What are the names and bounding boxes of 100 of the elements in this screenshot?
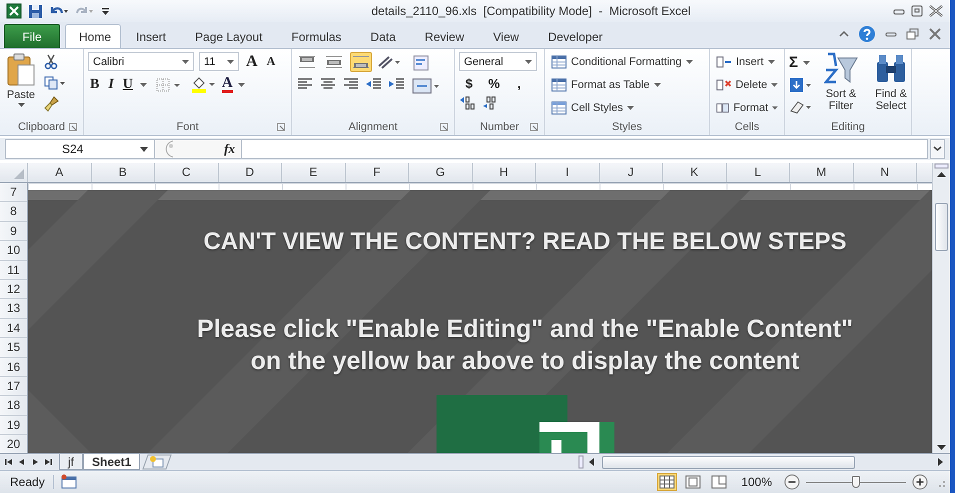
row-header[interactable]: 18 bbox=[0, 396, 27, 416]
dialog-launcher-icon[interactable] bbox=[440, 123, 448, 131]
fill-down-icon[interactable] bbox=[789, 77, 813, 93]
column-header[interactable]: K bbox=[663, 163, 726, 182]
editing-button[interactable]: Find & Select bbox=[869, 52, 913, 112]
decrease-indent-icon[interactable] bbox=[365, 77, 383, 91]
shrink-font-button[interactable]: A bbox=[264, 54, 278, 69]
column-header[interactable]: B bbox=[92, 163, 155, 182]
column-header[interactable]: C bbox=[155, 163, 218, 182]
increase-decimal-icon[interactable] bbox=[459, 96, 477, 110]
ribbon-tab[interactable]: View bbox=[479, 24, 533, 48]
collapse-ribbon-icon[interactable] bbox=[838, 29, 850, 39]
scissors-icon[interactable] bbox=[44, 54, 58, 70]
dialog-launcher-icon[interactable] bbox=[277, 123, 285, 131]
row-header[interactable]: 13 bbox=[0, 299, 27, 319]
column-header[interactable]: N bbox=[854, 163, 917, 182]
row-header[interactable]: 11 bbox=[0, 260, 27, 280]
normal-view-button[interactable] bbox=[657, 473, 678, 491]
ribbon-tab[interactable]: Home bbox=[65, 24, 121, 48]
name-box[interactable]: S24 bbox=[5, 139, 155, 159]
cells-menu-button[interactable]: Delete bbox=[714, 75, 780, 95]
row-header[interactable]: 10 bbox=[0, 241, 27, 261]
cells-menu-button[interactable]: Format bbox=[714, 98, 780, 118]
scroll-thumb[interactable] bbox=[602, 456, 855, 468]
row-header[interactable]: 19 bbox=[0, 416, 27, 436]
customize-toolbar-icon[interactable] bbox=[101, 5, 110, 17]
ribbon-tab[interactable]: Review bbox=[410, 24, 478, 48]
borders-icon[interactable] bbox=[156, 78, 182, 92]
row-header[interactable]: 17 bbox=[0, 376, 27, 396]
zoom-out-icon[interactable] bbox=[784, 474, 800, 490]
editing-button[interactable]: Sort & Filter bbox=[819, 52, 863, 112]
row-header[interactable]: 9 bbox=[0, 222, 27, 242]
row-header[interactable]: 12 bbox=[0, 280, 27, 300]
column-header[interactable]: H bbox=[472, 163, 536, 182]
row-header[interactable]: 7 bbox=[0, 183, 27, 202]
next-sheet-icon[interactable] bbox=[30, 457, 40, 467]
restore-icon[interactable] bbox=[906, 28, 920, 40]
eraser-icon[interactable] bbox=[789, 99, 813, 115]
column-header[interactable]: A bbox=[28, 163, 92, 182]
column-header[interactable]: L bbox=[726, 163, 790, 182]
zoom-level[interactable]: 100% bbox=[741, 475, 772, 489]
text-align-icon[interactable] bbox=[319, 77, 337, 91]
column-header[interactable]: G bbox=[409, 163, 472, 182]
split-handle-icon[interactable] bbox=[934, 163, 949, 169]
row-header[interactable]: 8 bbox=[0, 202, 27, 222]
row-header[interactable]: 16 bbox=[0, 358, 27, 377]
sheet-tab[interactable]: jf bbox=[59, 454, 83, 470]
brush-icon[interactable] bbox=[44, 96, 60, 112]
styles-menu-button[interactable]: Format as Table bbox=[549, 75, 705, 95]
close-icon[interactable] bbox=[928, 28, 942, 40]
column-header[interactable]: J bbox=[600, 163, 663, 182]
ribbon-tab[interactable]: File bbox=[4, 24, 60, 48]
font-style-button[interactable]: I bbox=[106, 76, 116, 92]
first-sheet-icon[interactable] bbox=[4, 457, 14, 467]
column-header[interactable]: D bbox=[218, 163, 282, 182]
insert-function-button[interactable]: fx bbox=[224, 141, 235, 157]
styles-menu-button[interactable]: Conditional Formatting bbox=[549, 52, 705, 72]
font-style-button[interactable]: B bbox=[88, 76, 102, 92]
previous-sheet-icon[interactable] bbox=[17, 457, 27, 467]
font-name-field[interactable]: Calibri bbox=[88, 52, 194, 71]
dialog-launcher-icon[interactable] bbox=[69, 123, 77, 131]
macro-record-icon[interactable] bbox=[60, 474, 78, 490]
text-orientation-icon[interactable] bbox=[377, 54, 401, 70]
font-color-button[interactable]: A bbox=[222, 76, 233, 93]
column-header[interactable]: F bbox=[346, 163, 409, 182]
dialog-launcher-icon[interactable] bbox=[530, 123, 538, 131]
ribbon-tab[interactable]: Developer bbox=[534, 24, 617, 48]
ribbon-tab[interactable]: Formulas bbox=[277, 24, 356, 48]
row-header[interactable]: 14 bbox=[0, 318, 27, 338]
save-icon[interactable] bbox=[28, 4, 43, 18]
expand-formula-bar-icon[interactable] bbox=[930, 139, 945, 159]
formula-input[interactable] bbox=[241, 139, 928, 159]
increase-indent-icon[interactable] bbox=[388, 77, 406, 91]
slider-thumb[interactable] bbox=[852, 476, 860, 488]
merge-cells-icon[interactable] bbox=[412, 78, 440, 94]
vertical-align-button[interactable] bbox=[350, 52, 372, 72]
number-style-button[interactable]: % bbox=[484, 76, 504, 91]
close-icon[interactable] bbox=[928, 5, 944, 17]
number-format-field[interactable]: General bbox=[459, 52, 537, 71]
sheet-tab[interactable]: Sheet1 bbox=[83, 454, 140, 470]
zoom-in-icon[interactable] bbox=[912, 474, 928, 490]
split-handle-icon[interactable] bbox=[578, 455, 584, 469]
paste-button[interactable]: Paste bbox=[4, 52, 38, 108]
caret-icon[interactable] bbox=[803, 60, 810, 64]
scroll-thumb[interactable] bbox=[935, 203, 948, 251]
styles-menu-button[interactable]: Cell Styles bbox=[549, 98, 705, 118]
text-align-icon[interactable] bbox=[296, 77, 314, 91]
font-size-field[interactable]: 11 bbox=[199, 52, 239, 71]
autosum-button[interactable]: Σ bbox=[789, 54, 798, 71]
number-style-button[interactable]: $ bbox=[459, 76, 479, 91]
help-icon[interactable] bbox=[858, 25, 876, 43]
column-header[interactable]: M bbox=[790, 163, 854, 182]
caret-icon[interactable] bbox=[238, 82, 245, 86]
page-break-view-button[interactable] bbox=[709, 473, 730, 491]
number-style-button[interactable]: , bbox=[509, 76, 529, 91]
fill-color-icon[interactable] bbox=[190, 76, 217, 92]
ribbon-tab[interactable]: Page Layout bbox=[181, 24, 276, 48]
column-header[interactable]: I bbox=[536, 163, 600, 182]
caret-icon[interactable] bbox=[140, 82, 147, 86]
cells-menu-button[interactable]: Insert bbox=[714, 52, 780, 72]
